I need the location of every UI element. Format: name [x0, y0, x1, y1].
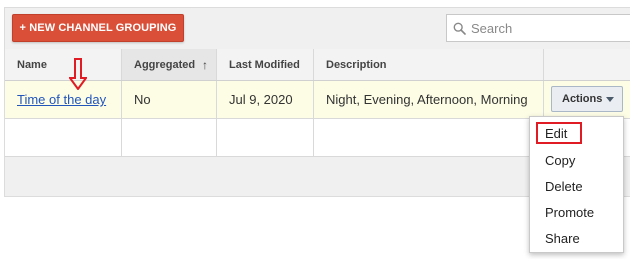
down-arrow-icon	[69, 58, 87, 90]
column-header-label: Aggregated	[134, 58, 196, 71]
column-header-label: Last Modified	[229, 58, 300, 71]
actions-label: Actions	[562, 93, 603, 105]
name-cell: Time of the day	[5, 81, 122, 118]
search-box[interactable]	[446, 14, 630, 42]
column-header-name[interactable]: Name	[5, 49, 122, 80]
aggregated-cell: No	[122, 81, 217, 118]
menu-item-edit[interactable]: Edit	[536, 122, 582, 144]
last-modified-cell: Jul 9, 2020	[217, 81, 314, 118]
column-header-label: Description	[326, 58, 387, 71]
column-header-aggregated[interactable]: Aggregated ↑	[122, 49, 217, 80]
search-icon	[447, 15, 471, 41]
column-header-last-modified[interactable]: Last Modified	[217, 49, 314, 80]
column-header-label: Name	[17, 58, 47, 71]
caret-down-icon	[606, 96, 614, 102]
channel-grouping-link[interactable]: Time of the day	[17, 92, 106, 107]
empty-cell	[122, 119, 217, 156]
new-channel-grouping-button[interactable]: + NEW CHANNEL GROUPING	[12, 14, 184, 42]
description-cell: Night, Evening, Afternoon, Morning	[314, 81, 544, 118]
sort-arrow-icon: ↑	[202, 57, 208, 72]
empty-cell	[5, 119, 122, 156]
menu-item-copy[interactable]: Copy	[536, 149, 575, 171]
column-header-description[interactable]: Description	[314, 49, 544, 80]
menu-item-share[interactable]: Share	[536, 227, 580, 249]
column-header-actions	[544, 49, 630, 80]
menu-item-delete[interactable]: Delete	[536, 175, 583, 197]
actions-dropdown-button[interactable]: Actions	[551, 86, 623, 112]
table-header: Name Aggregated ↑ Last Modified Descript…	[5, 49, 630, 81]
new-channel-grouping-label: + NEW CHANNEL GROUPING	[19, 22, 177, 34]
table-row: Time of the day No Jul 9, 2020 Night, Ev…	[5, 81, 630, 119]
empty-cell	[217, 119, 314, 156]
menu-item-promote[interactable]: Promote	[536, 201, 594, 223]
empty-cell	[314, 119, 544, 156]
actions-menu: Edit Copy Delete Promote Share	[529, 116, 624, 253]
search-input[interactable]	[471, 20, 621, 36]
